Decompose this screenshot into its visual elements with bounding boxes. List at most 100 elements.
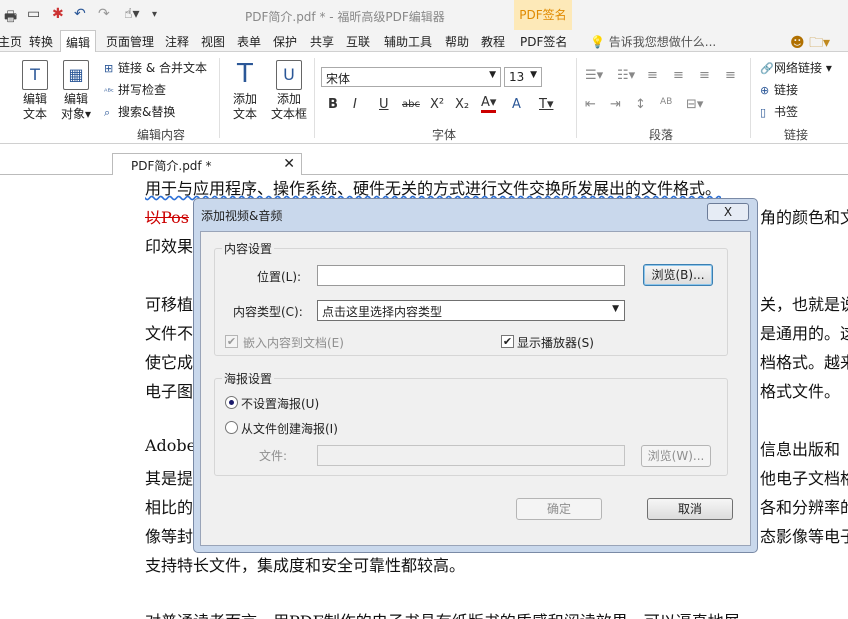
font-name-select[interactable]: 宋体 ▼ [321,67,501,87]
tab-view[interactable]: 视图 [201,33,225,50]
font-size-select[interactable]: 13 ▼ [504,67,542,87]
tab-edit[interactable]: 编辑 [60,30,97,53]
save-icon[interactable]: ▭ [27,6,40,22]
web-link-button[interactable]: 🔗网络链接 ▾ [760,59,832,76]
embed-content-label: 嵌入内容到文档(E) [243,336,344,350]
paragraph-spacing-icon[interactable]: AB [660,97,672,107]
numbered-list-icon[interactable]: ☷▾ [617,68,635,83]
doc-line: 关，也就是说 [760,295,848,314]
doc-line: 信息出版和 [760,440,841,459]
tab-form[interactable]: 表单 [237,33,261,50]
hand-tool-icon[interactable]: ☝▾ [124,6,140,22]
close-icon[interactable]: ✕ [283,156,295,172]
underline-icon[interactable]: U [379,97,389,112]
tab-tutorial[interactable]: 教程 [481,33,505,50]
smiley-icon[interactable]: ☻ [790,35,805,51]
doc-line: 电子图 [145,382,194,401]
subscript-icon[interactable]: X₂ [455,97,469,112]
tab-connect[interactable]: 互联 [346,33,370,50]
add-textbox-button[interactable]: U 添加 文本框 [270,60,308,122]
link-merge-icon: ⊞ [104,62,114,75]
doc-line: 以Pos [145,208,189,227]
lightbulb-icon: 💡 [590,35,605,49]
doc-line: 使它成 [145,353,194,372]
ribbon-separator [314,58,315,138]
link-merge-text-button[interactable]: ⊞ 链接 & 合并文本 [104,59,207,76]
doc-line: 各和分辨率的 [760,498,848,517]
font-color-icon[interactable]: A▾ [481,95,497,113]
browse-button[interactable]: 浏览(B)... [643,264,713,286]
chain-link-icon: 🔗 [760,62,774,75]
context-tab-pdf-sign[interactable]: PDF签名 [514,0,572,30]
link-button[interactable]: ⊕ 链接 [760,81,798,98]
doc-line: 文件不 [145,324,194,343]
no-poster-radio[interactable] [225,396,238,409]
group-label-link: 链接 [784,128,809,142]
doc-line: 态影像等电子 [760,527,848,546]
search-replace-icon: ⌕ [104,106,111,119]
redo-icon[interactable]: ↷ [98,6,110,22]
browse-poster-button[interactable]: 浏览(W)... [641,445,711,467]
poster-from-file-radio[interactable] [225,421,238,434]
spell-check-icon: ᴬᴮᶜ [104,87,114,96]
paragraph-settings-icon[interactable]: ⊟▾ [686,97,703,112]
title-bar: 🖶 ▭ ✱ ↶ ↷ ☝▾ ▾ PDF简介.pdf * - 福昕高级PDF编辑器 … [0,0,848,30]
doc-tab[interactable]: PDF简介.pdf * ✕ [112,153,302,176]
bookmark-button[interactable]: ▯ 书签 [760,103,798,120]
poster-settings-group: 海报设置 不设置海报(U) 从文件创建海报(I) 文件: 浏览(W)... [214,370,728,476]
content-type-label: 内容类型(C): [233,305,303,319]
new-icon[interactable]: ✱ [52,6,64,22]
tab-help[interactable]: 帮助 [445,33,469,50]
print-icon[interactable]: 🖶 [4,6,17,30]
folder-search-icon[interactable]: 🗀▾ [809,35,830,51]
strikethrough-icon[interactable]: abc [402,99,420,110]
content-type-select[interactable]: 点击这里选择内容类型 ▼ [317,300,625,321]
cancel-button[interactable]: 取消 [647,498,733,520]
bullet-list-icon[interactable]: ☰▾ [585,68,603,83]
customize-qa-icon[interactable]: ▾ [152,9,157,20]
add-textbox-icon: U [276,60,302,90]
tab-pdf-sign[interactable]: PDF签名 [520,33,567,50]
ok-button[interactable]: 确定 [516,498,602,520]
doc-line: Adobe [145,436,197,455]
add-text-button[interactable]: T 添加 文本 [229,60,261,122]
char-spacing-icon[interactable]: A [512,97,521,112]
superscript-icon[interactable]: X² [430,97,444,112]
doc-line: 其是提 [145,469,194,488]
undo-icon[interactable]: ↶ [74,6,86,22]
edit-object-button[interactable]: ▦ 编辑 对象▾ [58,60,94,122]
dialog-close-button[interactable]: X [707,203,749,221]
ribbon-separator [750,58,751,138]
poster-file-input[interactable] [317,445,625,466]
justify-icon[interactable]: ≡ [725,68,736,83]
tab-accessibility[interactable]: 辅助工具 [384,33,432,50]
add-video-audio-dialog: 添加视频&音频 X 内容设置 位置(L): 浏览(B)... 内容类型(C): … [193,198,758,553]
tab-protect[interactable]: 保护 [273,33,297,50]
tab-convert[interactable]: 转换 [29,33,53,50]
tell-me-search[interactable]: 💡 告诉我您想做什么... [590,33,716,50]
spell-check-button[interactable]: ᴬᴮᶜ 拼写检查 [104,81,166,98]
text-effect-icon[interactable]: T▾ [539,97,553,112]
tab-home[interactable]: 主页 [0,33,22,50]
doc-line: 对普通读者而言，用PDF制作的电子书具有纸版书的质感和阅读效果，可以逼真地展 [145,608,740,619]
tab-comment[interactable]: 注释 [165,33,189,50]
align-right-icon[interactable]: ≡ [699,68,710,83]
edit-text-button[interactable]: T 编辑 文本 [18,60,52,122]
decrease-indent-icon[interactable]: ⇤ [585,97,596,112]
location-input[interactable] [317,265,625,286]
search-replace-button[interactable]: ⌕ 搜索&替换 [104,103,175,120]
line-spacing-icon[interactable]: ↕ [635,97,646,112]
align-left-icon[interactable]: ≡ [647,68,658,83]
bold-icon[interactable]: B [328,97,338,112]
doc-line: 相比的 [145,498,194,517]
doc-line: 格式文件。 [760,382,841,401]
tab-share[interactable]: 共享 [310,33,334,50]
embed-content-checkbox[interactable]: ✔ [225,335,238,348]
tab-page-manage[interactable]: 页面管理 [106,33,154,50]
italic-icon[interactable]: I [353,97,357,112]
align-center-icon[interactable]: ≡ [673,68,684,83]
increase-indent-icon[interactable]: ⇥ [610,97,621,112]
show-player-checkbox[interactable]: ✔ [501,335,514,348]
chevron-down-icon: ▼ [612,304,619,314]
group-label-edit-content: 编辑内容 [137,128,186,142]
